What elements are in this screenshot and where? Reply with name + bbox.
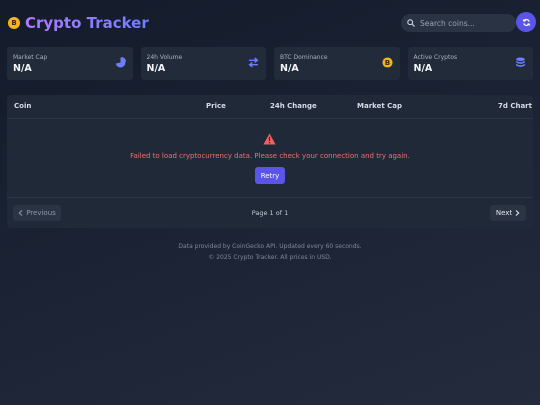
stat-card-volume: 24h Volume N/A — [140, 47, 266, 80]
retry-button[interactable]: Retry — [255, 167, 285, 184]
refresh-button[interactable] — [516, 12, 536, 32]
app-header: B Crypto Tracker — [8, 10, 536, 36]
next-page-button[interactable]: Next — [490, 205, 526, 221]
footer-attribution: Data provided by CoinGecko API. Updated … — [178, 243, 362, 250]
column-header-market-cap[interactable]: Market Cap — [357, 102, 402, 110]
footer-copyright: © 2025 Crypto Tracker. All prices in USD… — [208, 254, 332, 261]
next-label: Next — [495, 209, 513, 217]
page-footer: Data provided by CoinGecko API. Updated … — [0, 241, 540, 263]
app-title: Crypto Tracker — [25, 14, 149, 32]
stat-value: N/A — [280, 63, 299, 74]
table-header: Coin Price 24h Change Market Cap 7d Char… — [7, 95, 533, 119]
error-message: Failed to load cryptocurrency data. Plea… — [130, 152, 410, 160]
bitcoin-logo-icon: B — [8, 17, 20, 29]
coins-stack-icon — [516, 57, 525, 67]
stats-row: Market Cap N/A 24h Volume N/A BTC Domina… — [7, 47, 533, 80]
pie-chart-icon — [115, 57, 126, 68]
stat-card-market-cap: Market Cap N/A — [7, 47, 133, 80]
search-input[interactable] — [420, 18, 510, 28]
page-indicator: Page 1 of 1 — [251, 209, 289, 217]
stat-label: Market Cap — [13, 54, 48, 61]
stat-label: BTC Dominance — [280, 54, 328, 61]
chevron-right-icon — [515, 210, 520, 216]
bitcoin-coin-icon: B — [381, 57, 393, 68]
error-state: Failed to load cryptocurrency data. Plea… — [7, 119, 533, 197]
exchange-arrows-icon — [248, 57, 259, 68]
stat-label: Active Cryptos — [413, 54, 458, 61]
stat-value: N/A — [13, 63, 32, 74]
coin-table-panel: Coin Price 24h Change Market Cap 7d Char… — [7, 95, 533, 228]
stat-card-btc-dominance: BTC Dominance N/A B — [274, 47, 400, 80]
search-box[interactable] — [401, 14, 516, 32]
stat-card-active-cryptos: Active Cryptos N/A — [407, 47, 533, 80]
column-header-price[interactable]: Price — [206, 102, 226, 110]
stat-value: N/A — [146, 63, 166, 74]
search-icon — [407, 19, 415, 27]
column-header-coin[interactable]: Coin — [14, 102, 31, 110]
refresh-icon — [522, 18, 530, 26]
column-header-24h-change[interactable]: 24h Change — [270, 102, 317, 110]
svg-text:B: B — [384, 58, 389, 67]
column-header-7d-chart: 7d Chart — [498, 102, 532, 110]
pagination: Previous Page 1 of 1 Next — [7, 197, 533, 228]
warning-icon — [263, 133, 276, 145]
stat-value: N/A — [413, 63, 433, 74]
stat-label: 24h Volume — [146, 54, 183, 61]
